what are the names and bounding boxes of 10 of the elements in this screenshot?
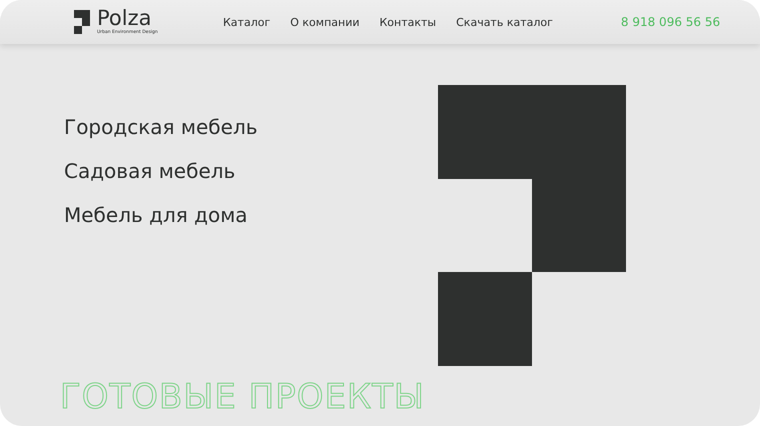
nav-link[interactable]: Каталог <box>223 16 270 28</box>
nav-link[interactable]: О компании <box>290 16 360 28</box>
logo-name[interactable]: Polza <box>97 8 158 30</box>
category-link[interactable]: Городская мебель <box>64 115 438 140</box>
nav-link[interactable]: Скачать каталог <box>456 16 553 28</box>
logo-icon <box>73 10 91 34</box>
section-title: ГОТОВЫЕ ПРОЕКТЫ <box>60 379 425 415</box>
category-link[interactable]: Мебель для дома <box>64 203 438 228</box>
nav-link[interactable]: Контакты <box>380 16 436 28</box>
category-link[interactable]: Садовая мебель <box>64 159 438 184</box>
